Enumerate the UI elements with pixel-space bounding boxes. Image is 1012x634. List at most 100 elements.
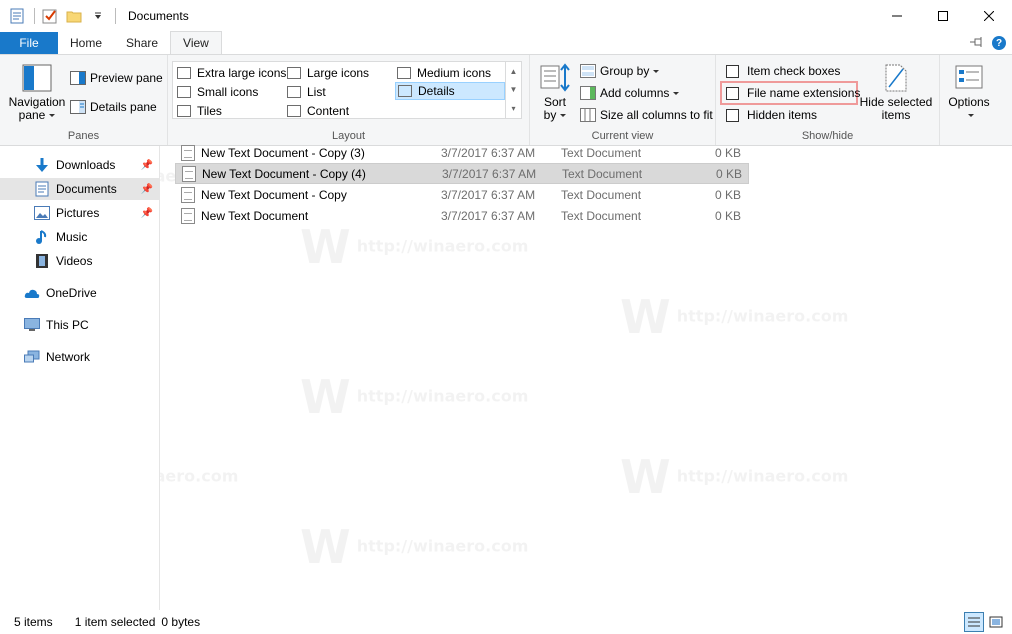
show-hide-group: Item check boxes File name extensions Hi… bbox=[716, 55, 940, 145]
file-row[interactable]: New Text Document - Copy 3/7/2017 6:37 A… bbox=[175, 184, 749, 205]
file-name: New Text Document - Copy (4) bbox=[202, 166, 366, 181]
nav-label: Music bbox=[56, 230, 88, 244]
options-group: Options bbox=[940, 55, 998, 145]
text-file-icon bbox=[181, 144, 195, 161]
scroll-up-icon[interactable]: ▲ bbox=[510, 67, 518, 76]
layout-large-icons[interactable]: Large icons bbox=[287, 64, 369, 82]
nav-item-music[interactable]: Music bbox=[0, 226, 159, 248]
file-row[interactable]: New Text Document 3/7/2017 6:37 AM Text … bbox=[175, 205, 749, 226]
status-selected: 1 item selected bbox=[74, 615, 156, 629]
status-item-count: 5 items bbox=[14, 615, 53, 629]
nav-item-pictures[interactable]: Pictures 📌 bbox=[0, 202, 159, 224]
item-check-boxes-label: Item check boxes bbox=[747, 64, 841, 78]
file-name: New Text Document - Copy (3) bbox=[201, 145, 365, 160]
maximize-icon[interactable] bbox=[920, 0, 966, 32]
nav-item-network[interactable]: Network bbox=[0, 346, 159, 368]
options-button[interactable]: Options bbox=[944, 63, 994, 122]
layout-small-icons[interactable]: Small icons bbox=[177, 83, 258, 101]
sort-icon bbox=[540, 63, 570, 92]
properties-icon[interactable] bbox=[8, 7, 26, 25]
navigation-pane-label: pane bbox=[18, 108, 46, 122]
layout-details[interactable]: Details bbox=[395, 82, 505, 100]
sort-label: by bbox=[543, 108, 557, 122]
nav-item-downloads[interactable]: Downloads 📌 bbox=[0, 154, 159, 176]
nav-item-documents[interactable]: Documents 📌 bbox=[0, 178, 159, 200]
help-icon[interactable]: ? bbox=[992, 36, 1006, 50]
panes-group: Navigation pane Preview pane Details pan… bbox=[0, 55, 168, 145]
nav-label: This PC bbox=[46, 318, 89, 332]
text-file-icon bbox=[181, 186, 195, 203]
ribbon-tabs: File Home Share View ? bbox=[0, 31, 1012, 54]
group-by-button[interactable]: Group by bbox=[580, 61, 660, 81]
preview-pane-icon bbox=[70, 70, 86, 86]
content-icon bbox=[287, 105, 301, 117]
pin-icon[interactable]: 📌 bbox=[141, 184, 153, 195]
layout-scroller[interactable]: ▲ ▼ ▾ bbox=[505, 62, 521, 118]
navigation-pane-icon bbox=[22, 64, 52, 92]
add-columns-button[interactable]: Add columns bbox=[580, 83, 680, 103]
size-columns-icon bbox=[580, 107, 596, 123]
text-file-icon bbox=[182, 165, 196, 182]
file-row[interactable]: New Text Document - Copy (3) 3/7/2017 6:… bbox=[175, 142, 749, 163]
nav-item-videos[interactable]: Videos bbox=[0, 250, 159, 272]
music-icon bbox=[34, 229, 50, 245]
item-check-boxes-toggle[interactable]: Item check boxes bbox=[726, 61, 840, 81]
show-hide-caption: Show/hide bbox=[801, 130, 854, 142]
checkmark-icon[interactable] bbox=[41, 7, 59, 25]
qat-separator bbox=[34, 8, 35, 24]
large-icons-view-icon[interactable] bbox=[986, 612, 1006, 632]
file-type: Text Document bbox=[561, 187, 642, 202]
tab-file[interactable]: File bbox=[0, 32, 58, 54]
file-type: Text Document bbox=[561, 208, 642, 223]
sort-by-button[interactable]: Sort by bbox=[538, 63, 572, 122]
file-name-extensions-checkbox[interactable] bbox=[726, 86, 739, 100]
item-check-boxes-checkbox[interactable] bbox=[726, 64, 739, 78]
customize-qat-icon[interactable] bbox=[89, 7, 107, 25]
layout-list[interactable]: List bbox=[287, 83, 326, 101]
file-date: 3/7/2017 6:37 AM bbox=[441, 208, 536, 223]
close-icon[interactable] bbox=[966, 0, 1012, 32]
file-name-extensions-toggle[interactable]: File name extensions bbox=[726, 83, 860, 103]
tab-view[interactable]: View bbox=[170, 31, 222, 54]
nav-item-onedrive[interactable]: OneDrive bbox=[0, 282, 159, 304]
onedrive-icon bbox=[24, 285, 40, 301]
tiles-icon bbox=[177, 105, 191, 117]
quick-access-toolbar bbox=[0, 0, 122, 32]
file-size: 0 KB bbox=[714, 145, 741, 160]
tab-share[interactable]: Share bbox=[114, 32, 170, 54]
navigation-pane-button[interactable]: Navigation pane bbox=[6, 63, 68, 122]
nav-label: Downloads bbox=[56, 158, 116, 172]
layout-medium-icons[interactable]: Medium icons bbox=[397, 64, 491, 82]
new-folder-icon[interactable] bbox=[65, 7, 83, 25]
layout-tiles[interactable]: Tiles bbox=[177, 102, 222, 120]
details-view-icon[interactable] bbox=[964, 612, 984, 632]
details-pane-button[interactable]: Details pane bbox=[70, 97, 157, 117]
expand-gallery-icon[interactable]: ▾ bbox=[511, 104, 515, 113]
file-row[interactable]: New Text Document - Copy (4) 3/7/2017 6:… bbox=[175, 163, 749, 184]
window-controls bbox=[874, 0, 1012, 32]
nav-label: Network bbox=[46, 350, 91, 364]
nav-item-this-pc[interactable]: This PC bbox=[0, 314, 159, 336]
scroll-down-icon[interactable]: ▼ bbox=[510, 85, 518, 94]
extra-large-icons-icon bbox=[177, 67, 191, 79]
layout-gallery: Extra large icons Large icons Medium ico… bbox=[172, 61, 522, 119]
hidden-items-checkbox[interactable] bbox=[726, 108, 739, 122]
size-columns-button[interactable]: Size all columns to fit bbox=[580, 105, 713, 125]
hidden-items-toggle[interactable]: Hidden items bbox=[726, 105, 817, 125]
minimize-icon[interactable] bbox=[874, 0, 920, 32]
pin-ribbon-icon[interactable] bbox=[970, 36, 984, 51]
layout-extra-large-icons[interactable]: Extra large icons bbox=[177, 64, 286, 82]
download-icon bbox=[34, 157, 50, 173]
dropdown-arrow-icon bbox=[968, 114, 974, 118]
group-by-icon bbox=[580, 63, 596, 79]
small-icons-icon bbox=[177, 86, 191, 98]
file-date: 3/7/2017 6:37 AM bbox=[442, 166, 537, 181]
file-name: New Text Document - Copy bbox=[201, 187, 347, 202]
preview-pane-button[interactable]: Preview pane bbox=[70, 68, 163, 88]
pin-icon[interactable]: 📌 bbox=[141, 208, 153, 219]
medium-icons-icon bbox=[397, 67, 411, 79]
layout-content[interactable]: Content bbox=[287, 102, 349, 120]
pin-icon[interactable]: 📌 bbox=[141, 160, 153, 171]
hide-selected-items-button[interactable]: Hide selected items bbox=[858, 63, 934, 122]
tab-home[interactable]: Home bbox=[58, 32, 114, 54]
